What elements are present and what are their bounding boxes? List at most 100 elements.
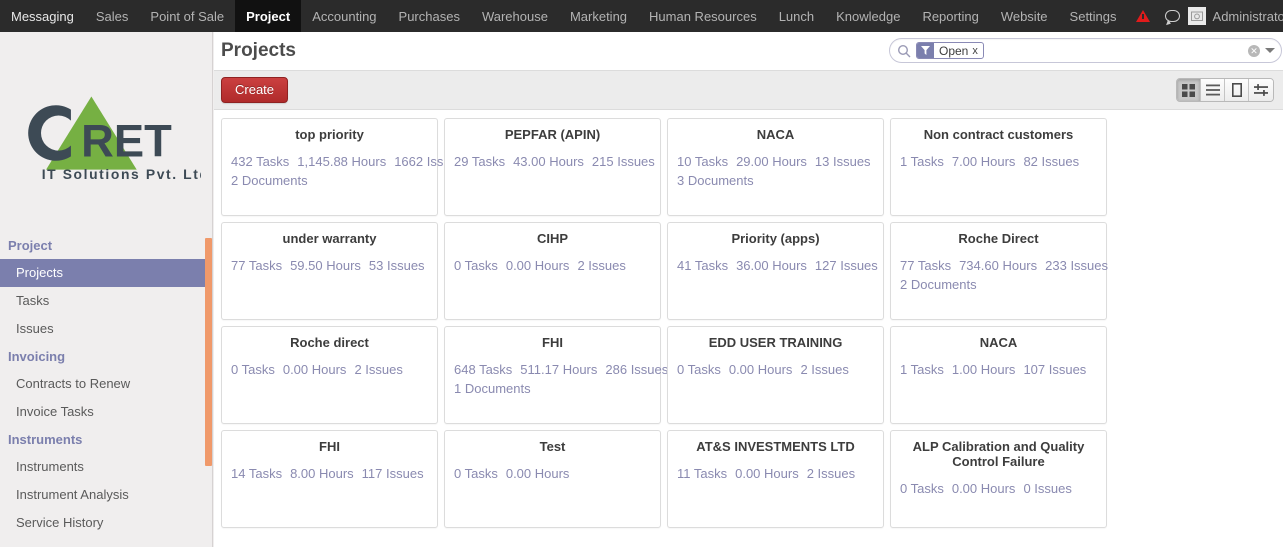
project-stat-link[interactable]: 2 Issues xyxy=(807,466,855,481)
chat-bubble-icon[interactable] xyxy=(1158,0,1188,32)
search-facet-remove[interactable]: x xyxy=(972,43,983,58)
menu-item-point-of-sale[interactable]: Point of Sale xyxy=(139,0,235,32)
menu-item-settings[interactable]: Settings xyxy=(1059,0,1128,32)
menu-item-purchases[interactable]: Purchases xyxy=(388,0,471,32)
menu-item-warehouse[interactable]: Warehouse xyxy=(471,0,559,32)
project-card[interactable]: Priority (apps) 41 Tasks 36.00 Hours 127 Is… xyxy=(667,222,884,320)
sidebar-item-instruments[interactable]: Instruments xyxy=(0,453,212,481)
sidebar-scrollbar[interactable] xyxy=(205,238,212,466)
project-stat-link[interactable]: 0 Issues xyxy=(1023,481,1071,496)
menu-item-knowledge[interactable]: Knowledge xyxy=(825,0,911,32)
project-stat-link[interactable]: 0.00 Hours xyxy=(729,362,793,377)
project-stat-link[interactable]: 0.00 Hours xyxy=(506,258,570,273)
menu-item-project[interactable]: Project xyxy=(235,0,302,32)
menu-item-marketing[interactable]: Marketing xyxy=(559,0,638,32)
menu-item-lunch[interactable]: Lunch xyxy=(768,0,825,32)
project-stat-link[interactable]: 2 Issues xyxy=(354,362,402,377)
list-view-button[interactable] xyxy=(1201,79,1225,101)
project-stat-link[interactable]: 0 Tasks xyxy=(454,258,498,273)
project-stat-link[interactable]: 29 Tasks xyxy=(454,154,505,169)
sidebar-item-issues[interactable]: Issues xyxy=(0,315,212,343)
project-card[interactable]: AT&S INVESTMENTS LTD 11 Tasks 0.00 Hours 2 … xyxy=(667,430,884,528)
project-stat-link[interactable]: 82 Issues xyxy=(1023,154,1079,169)
project-stat-link[interactable]: 648 Tasks xyxy=(454,362,512,377)
project-stat-link[interactable]: 3 Documents xyxy=(677,171,866,190)
project-stat-link[interactable]: 1.00 Hours xyxy=(952,362,1016,377)
project-stat-link[interactable]: 0 Tasks xyxy=(900,481,944,496)
clear-circle-icon[interactable]: ✕ xyxy=(1248,44,1260,57)
project-stat-link[interactable]: 13 Issues xyxy=(815,154,871,169)
project-card[interactable]: NACA 1 Tasks 1.00 Hours 107 Issues xyxy=(890,326,1107,424)
project-stat-link[interactable]: 511.17 Hours xyxy=(520,362,597,377)
sidebar-item-instrument-analysis[interactable]: Instrument Analysis xyxy=(0,481,212,509)
project-stat-link[interactable]: 0.00 Hours xyxy=(952,481,1016,496)
menu-item-human-resources[interactable]: Human Resources xyxy=(638,0,768,32)
project-stat-link[interactable]: 233 Issues xyxy=(1045,258,1108,273)
project-card[interactable]: EDD USER TRAINING 0 Tasks 0.00 Hours 2 Issu… xyxy=(667,326,884,424)
project-card[interactable]: PEPFAR (APIN) 29 Tasks 43.00 Hours 215 Issu… xyxy=(444,118,661,216)
create-button[interactable]: Create xyxy=(221,77,289,103)
project-card[interactable]: Non contract customers 1 Tasks 7.00 Hours 8… xyxy=(890,118,1107,216)
project-stat-link[interactable]: 2 Documents xyxy=(231,171,420,190)
project-stat-link[interactable]: 734.60 Hours xyxy=(959,258,1037,273)
project-card[interactable]: NACA 10 Tasks 29.00 Hours 13 Issues 3 Docume… xyxy=(667,118,884,216)
gantt-view-button[interactable] xyxy=(1249,79,1273,101)
menu-item-accounting[interactable]: Accounting xyxy=(301,0,387,32)
project-stat-link[interactable]: 11 Tasks xyxy=(677,466,727,481)
sidebar-item-tasks[interactable]: Tasks xyxy=(0,287,212,315)
project-stat-link[interactable]: 36.00 Hours xyxy=(736,258,807,273)
project-stat-link[interactable]: 8.00 Hours xyxy=(290,466,354,481)
project-card[interactable]: CIHP 0 Tasks 0.00 Hours 2 Issues xyxy=(444,222,661,320)
user-menu[interactable]: Administrator xyxy=(1213,9,1283,24)
project-stat-link[interactable]: 286 Issues xyxy=(605,362,668,377)
chevron-down-icon[interactable] xyxy=(1265,48,1275,53)
project-stat-link[interactable]: 2 Issues xyxy=(800,362,848,377)
project-stat-link[interactable]: 1 Tasks xyxy=(900,154,944,169)
project-stat-link[interactable]: 2 Documents xyxy=(900,275,1089,294)
project-stat-link[interactable]: 59.50 Hours xyxy=(290,258,361,273)
menu-item-messaging[interactable]: Messaging xyxy=(0,0,85,32)
project-stat-link[interactable]: 0 Tasks xyxy=(677,362,721,377)
search-facet-open[interactable]: Open x xyxy=(916,42,984,59)
project-stat-link[interactable]: 10 Tasks xyxy=(677,154,728,169)
project-stat-link[interactable]: 0.00 Hours xyxy=(283,362,347,377)
project-stat-link[interactable]: 7.00 Hours xyxy=(952,154,1016,169)
project-stat-link[interactable]: 0.00 Hours xyxy=(735,466,799,481)
project-stat-link[interactable]: 43.00 Hours xyxy=(513,154,584,169)
project-card[interactable]: Roche direct 0 Tasks 0.00 Hours 2 Issues xyxy=(221,326,438,424)
project-card[interactable]: FHI 14 Tasks 8.00 Hours 117 Issues xyxy=(221,430,438,528)
project-card[interactable]: ALP Calibration and Quality Control Fail… xyxy=(890,430,1107,528)
menu-item-reporting[interactable]: Reporting xyxy=(911,0,989,32)
search-input[interactable] xyxy=(983,41,1244,60)
project-stat-link[interactable]: 1 Tasks xyxy=(900,362,944,377)
project-stat-link[interactable]: 432 Tasks xyxy=(231,154,289,169)
kanban-view-button[interactable] xyxy=(1177,79,1201,101)
sidebar-item-contracts-to-renew[interactable]: Contracts to Renew xyxy=(0,370,212,398)
project-stat-link[interactable]: 77 Tasks xyxy=(900,258,951,273)
search-view[interactable]: Open x ✕ xyxy=(889,38,1282,63)
project-card[interactable]: under warranty 77 Tasks 59.50 Hours 53 Issu… xyxy=(221,222,438,320)
avatar[interactable] xyxy=(1187,7,1206,25)
project-stat-link[interactable]: 0 Tasks xyxy=(454,466,498,481)
project-stat-link[interactable]: 2 Issues xyxy=(577,258,625,273)
project-stat-link[interactable]: 0 Tasks xyxy=(231,362,275,377)
project-stat-link[interactable]: 127 Issues xyxy=(815,258,878,273)
project-stat-link[interactable]: 215 Issues xyxy=(592,154,655,169)
project-stat-link[interactable]: 107 Issues xyxy=(1023,362,1086,377)
project-stat-link[interactable]: 1 Documents xyxy=(454,379,643,398)
project-stat-link[interactable]: 0.00 Hours xyxy=(506,466,570,481)
project-stat-link[interactable]: 41 Tasks xyxy=(677,258,728,273)
form-view-button[interactable] xyxy=(1225,79,1249,101)
sidebar-item-projects[interactable]: Projects xyxy=(0,259,212,287)
sidebar-item-service-history[interactable]: Service History xyxy=(0,509,212,537)
project-card[interactable]: Test 0 Tasks 0.00 Hours xyxy=(444,430,661,528)
project-card[interactable]: top priority 432 Tasks 1,145.88 Hours 1662 … xyxy=(221,118,464,216)
menu-item-website[interactable]: Website xyxy=(990,0,1059,32)
project-stat-link[interactable]: 117 Issues xyxy=(362,466,424,481)
project-card[interactable]: FHI 648 Tasks 511.17 Hours 286 Issues 1 Docu… xyxy=(444,326,668,424)
sidebar-item-invoice-tasks[interactable]: Invoice Tasks xyxy=(0,398,212,426)
project-stat-link[interactable]: 1,145.88 Hours xyxy=(297,154,386,169)
menu-item-sales[interactable]: Sales xyxy=(85,0,140,32)
project-stat-link[interactable]: 14 Tasks xyxy=(231,466,282,481)
project-stat-link[interactable]: 53 Issues xyxy=(369,258,425,273)
